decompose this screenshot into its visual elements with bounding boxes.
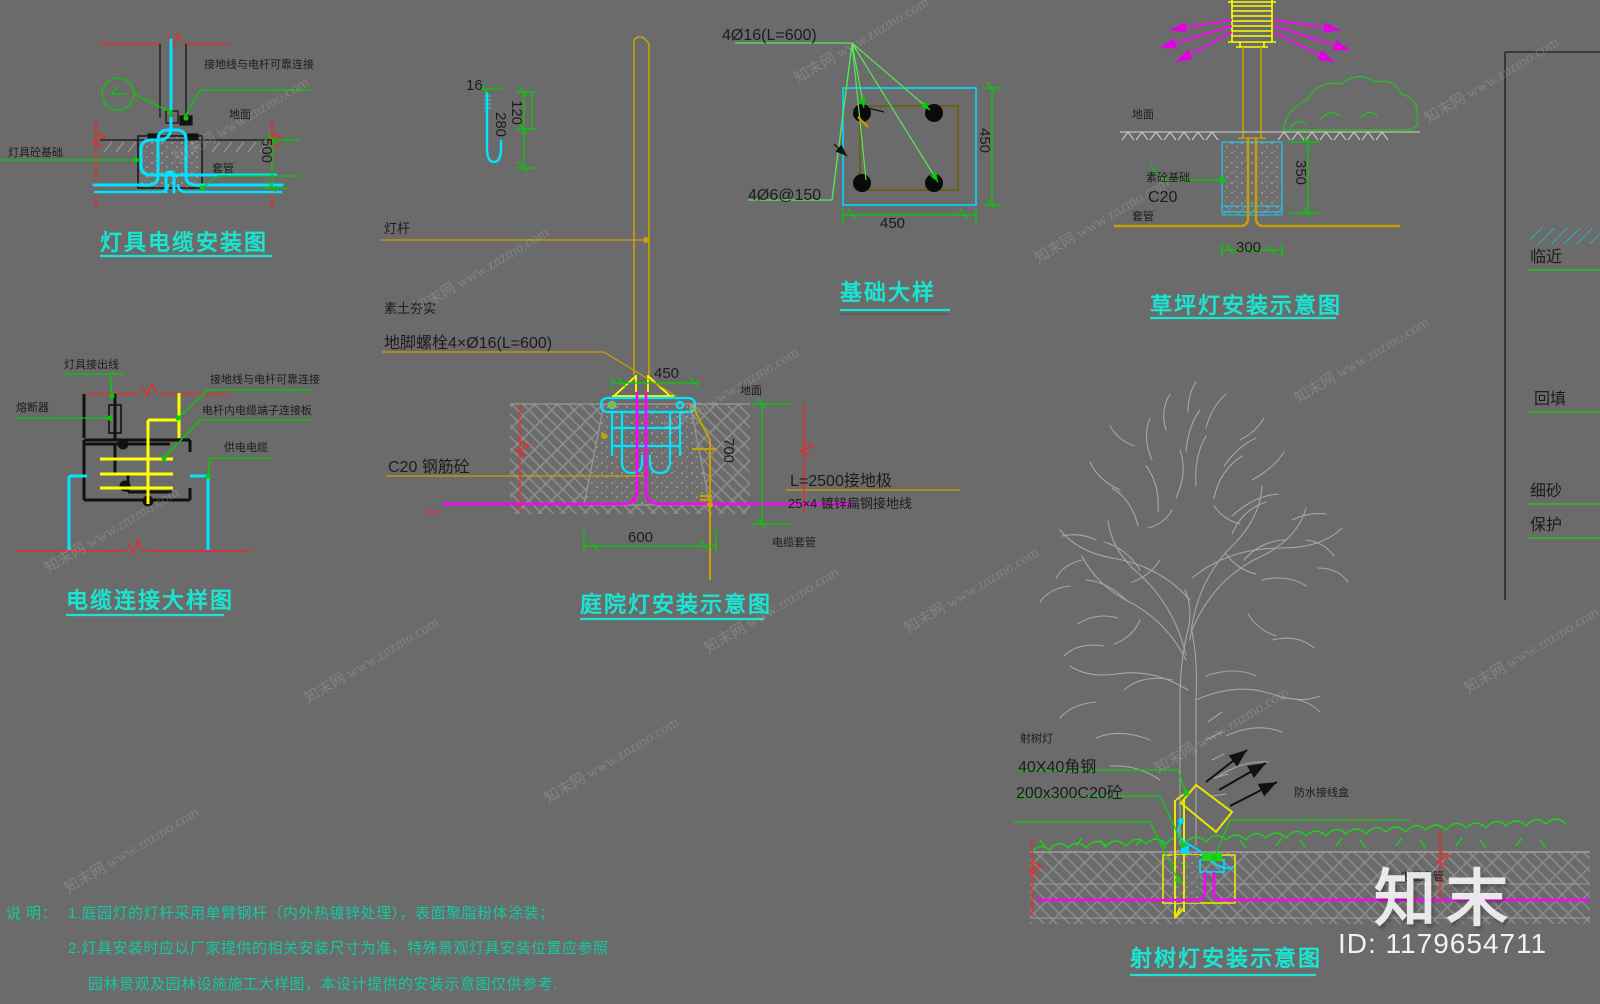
- dimension-depth-1: 500: [258, 138, 275, 164]
- label-supply-cable: 供电电缆: [224, 442, 268, 454]
- dimension-bolt-dia: 16: [466, 77, 483, 94]
- dimension-base-plate: 450: [654, 365, 680, 382]
- dimension-bolt-hook: 120: [508, 100, 525, 126]
- detail-title-3: 庭院灯安装示意图: [580, 592, 773, 617]
- watermark-id: ID: 1179654711: [1338, 928, 1548, 959]
- dimension-depth-3: 700: [720, 438, 737, 464]
- cad-drawing-canvas: 知末网 www.znzmo.com 知末网 www.znzmo.com 知末网 …: [0, 0, 1600, 1004]
- detail-title-1: 灯具电缆安装图: [100, 230, 269, 255]
- label-ground-connect-1: 接地线与电杆可靠连接: [204, 59, 314, 71]
- detail-title-2: 电缆连接大样图: [66, 588, 235, 613]
- dimension-bolt-len: 280: [492, 112, 509, 138]
- label-fuse: 熔断器: [16, 402, 49, 414]
- label-plain-concrete: 素砼基础: [1146, 172, 1190, 184]
- dimension-height-4: 450: [976, 128, 993, 154]
- right-panel-item-backfill: 回填: [1534, 391, 1567, 408]
- label-conduit-5: 套管: [1132, 211, 1154, 223]
- dimension-width-4: 450: [880, 215, 906, 232]
- right-panel-item-fine-sand: 细砂: [1530, 483, 1563, 500]
- label-angle-steel: 40X40角钢: [1018, 759, 1097, 776]
- detail-courtyard-lamp: [380, 36, 960, 621]
- dimension-width-3: 600: [628, 529, 654, 546]
- watermark-brand: 知末: [1374, 865, 1519, 934]
- label-anchor-bolt: 地脚螺栓4×Ø16(L=600): [384, 335, 553, 352]
- label-stirrups: 4Ø6@150: [748, 187, 822, 204]
- label-cable-conduit-3: 电缆套管: [772, 537, 816, 549]
- label-main-bars: 4Ø16(L=600): [722, 27, 817, 44]
- dimension-depth-5: 350: [1292, 160, 1309, 186]
- label-concrete-base-1: 灯具砼基础: [8, 147, 63, 159]
- label-ground-connect-2: 接地线与电杆可靠连接: [210, 374, 320, 386]
- label-ground-strip: 25×4 镀锌扁钢接地线: [788, 496, 912, 511]
- label-ground-line-5: 地面: [1132, 109, 1154, 121]
- detail-title-5: 草坪灯安装示意图: [1150, 293, 1343, 318]
- label-terminal-board: 电杆内电缆端子连接板: [202, 405, 312, 417]
- detail-title-6: 射树灯安装示意图: [1130, 946, 1323, 971]
- label-waterproof-box: 防水接线盒: [1294, 787, 1349, 799]
- label-tree-light: 射树灯: [1020, 733, 1053, 745]
- label-concrete-grade: C20: [1148, 189, 1178, 206]
- label-rebar-concrete: C20 钢筋砼: [388, 459, 470, 476]
- dimension-width-5: 300: [1236, 239, 1262, 256]
- right-panel-item-adjacent: 临近: [1530, 249, 1563, 266]
- label-conduit-1: 套管: [212, 163, 234, 175]
- detail-title-4: 基础大样: [840, 280, 937, 305]
- notes-item-2: 2.灯具安装时应以厂家提供的相关安装尺寸为准，特殊景观灯具安装位置应参照: [68, 940, 609, 957]
- notes-heading: 说 明：: [6, 905, 58, 922]
- notes-item-1: 1.庭园灯的灯杆采用单臂钢杆（内外热镀锌处理），表面聚脂粉体涂装；: [68, 905, 555, 922]
- detail-lawn-lamp: [1114, 0, 1420, 320]
- right-panel-item-protect: 保护: [1530, 517, 1563, 534]
- label-ground-line-3: 地面: [740, 385, 762, 397]
- detail-foundation-plan: [735, 42, 1002, 315]
- label-ground-rod: L=2500接地极: [790, 473, 892, 490]
- label-ground-line-1: 地面: [229, 109, 251, 121]
- label-lamp-lead: 灯具接出线: [64, 359, 119, 371]
- notes-item-3: 园林景观及园林设施施工大样图，本设计提供的安装示意图仅供参考.: [88, 976, 558, 993]
- label-compacted-soil: 素土夯实: [384, 301, 437, 316]
- label-pole: 灯杆: [384, 221, 411, 236]
- label-concrete-block: 200x300C20砼: [1016, 785, 1123, 802]
